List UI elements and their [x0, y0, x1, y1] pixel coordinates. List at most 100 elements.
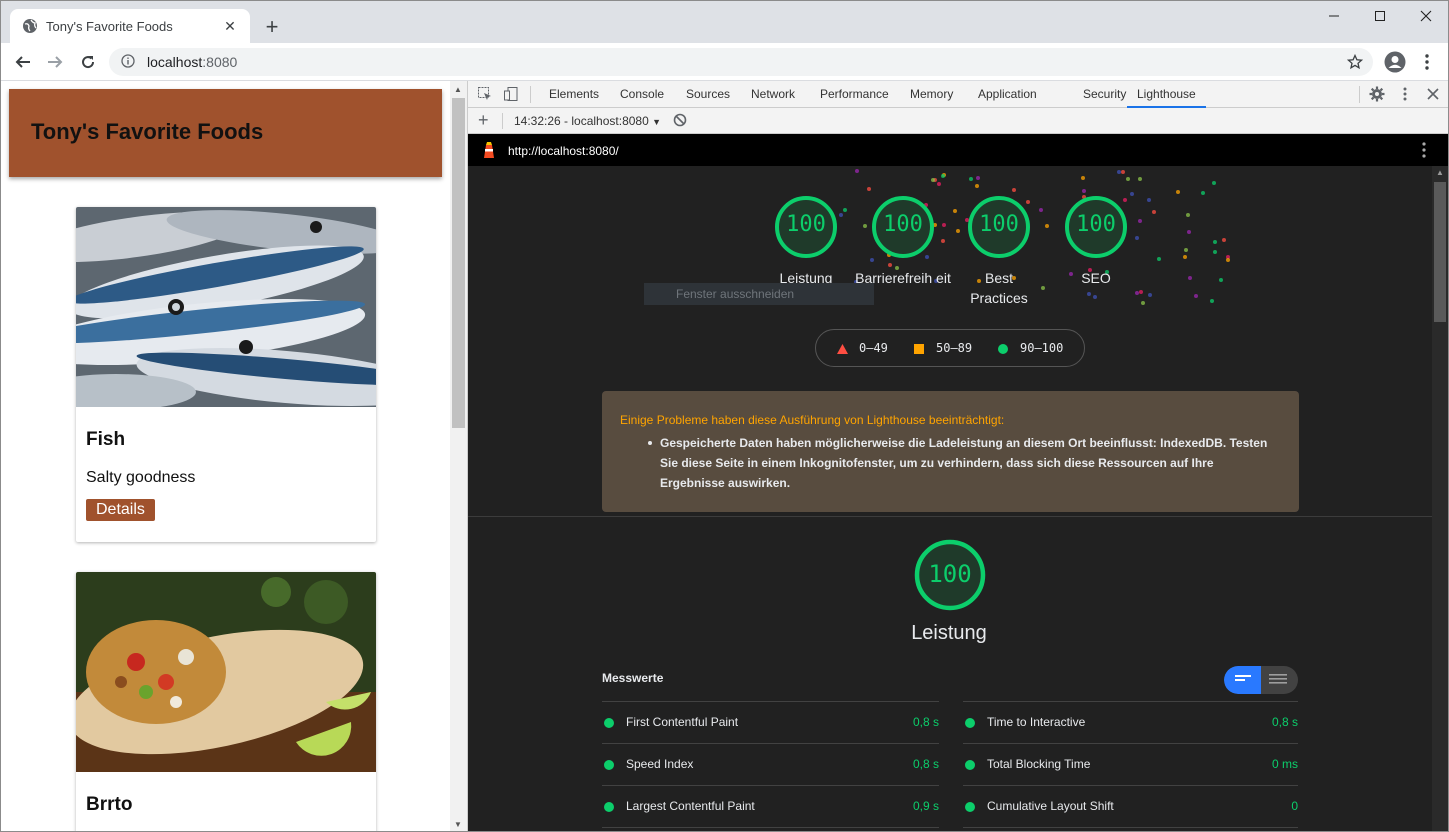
pass-circle-icon — [998, 344, 1008, 354]
profile-avatar-icon[interactable] — [1384, 51, 1406, 73]
tab-network[interactable]: Network — [741, 81, 805, 108]
score-gauge-performance[interactable]: 100 — [773, 194, 839, 260]
score-gauge-best-practices[interactable]: 100 — [966, 194, 1032, 260]
tab-title: Tony's Favorite Foods — [46, 18, 173, 34]
fish-image — [76, 207, 376, 407]
gauge-score: 100 — [1076, 212, 1116, 237]
reload-button[interactable] — [76, 50, 100, 74]
confetti-dot — [1038, 208, 1043, 213]
performance-gauge[interactable]: 100 — [913, 538, 987, 612]
legend-fail: 0–49 — [859, 341, 888, 355]
devtools-menu-icon[interactable] — [1396, 85, 1414, 103]
page-scrollbar[interactable]: ▲ ▼ — [450, 81, 467, 831]
score-legend: 0–49 50–89 90–100 — [815, 329, 1085, 367]
inspect-element-icon[interactable] — [476, 85, 494, 103]
score-gauge-accessibility[interactable]: 100 — [870, 194, 936, 260]
site-title: Tony's Favorite Foods — [31, 119, 264, 144]
metric-value: 0,8 s — [912, 715, 939, 729]
details-button[interactable]: Details — [86, 499, 155, 521]
close-window-button[interactable] — [1403, 1, 1448, 31]
row-separator — [602, 827, 939, 831]
back-button[interactable] — [11, 50, 35, 74]
metrics-view-toggle[interactable] — [1224, 666, 1298, 694]
metric-row: Total Blocking Time 0 ms — [963, 743, 1298, 785]
snip-tooltip: Fenster ausschneiden — [644, 283, 874, 305]
gauge-label: Best Practices — [970, 270, 1028, 306]
legend-average: 50–89 — [936, 341, 973, 355]
close-tab-icon[interactable]: ✕ — [222, 18, 238, 34]
address-bar[interactable]: localhost:8080 — [109, 48, 1373, 76]
warning-heading: Einige Probleme haben diese Ausführung v… — [620, 413, 1005, 427]
browser-menu-icon[interactable] — [1419, 51, 1435, 73]
tab-elements[interactable]: Elements — [539, 81, 609, 108]
confetti-dot — [855, 168, 860, 173]
confetti-dot — [1138, 218, 1143, 223]
url-text: localhost:8080 — [147, 54, 237, 70]
scroll-down-icon[interactable]: ▼ — [454, 820, 462, 829]
tab-sources[interactable]: Sources — [676, 81, 740, 108]
minimize-button[interactable] — [1311, 1, 1357, 31]
info-icon[interactable] — [121, 53, 135, 71]
score-gauge-seo[interactable]: 100 — [1063, 194, 1129, 260]
confetti-dot — [942, 223, 947, 228]
confetti-dot — [940, 238, 945, 243]
tab-strip: Tony's Favorite Foods ✕ + — [1, 1, 1448, 43]
confetti-dot — [1146, 198, 1151, 203]
devtools-tabbar: Elements Console Sources Network Perform… — [468, 81, 1448, 108]
bookmark-star-icon[interactable] — [1346, 53, 1364, 73]
toolbar-divider — [1359, 86, 1360, 103]
confetti-dot — [952, 208, 957, 213]
settings-gear-icon[interactable] — [1368, 85, 1386, 103]
pass-dot-icon — [965, 760, 975, 770]
new-tab-button[interactable]: + — [260, 14, 284, 39]
pass-dot-icon — [965, 718, 975, 728]
report-scrollbar[interactable]: ▲ — [1432, 166, 1448, 831]
report-menu-icon[interactable] — [1422, 142, 1426, 161]
card-title: Brrto — [86, 794, 133, 815]
gauge-score: 100 — [928, 560, 972, 588]
card-description: Salty goodness — [86, 469, 196, 486]
confetti-dot — [940, 174, 945, 179]
average-square-icon — [914, 344, 924, 354]
scroll-up-icon[interactable]: ▲ — [1436, 168, 1444, 177]
report-url[interactable]: http://localhost:8080/ — [508, 144, 619, 158]
tab-console[interactable]: Console — [610, 81, 674, 108]
tab-application[interactable]: Application — [968, 81, 1047, 108]
confetti-dot — [887, 262, 892, 267]
pass-dot-icon — [965, 802, 975, 812]
tab-memory[interactable]: Memory — [900, 81, 963, 108]
expanded-view-icon[interactable] — [1269, 674, 1287, 686]
confetti-dot — [1139, 289, 1144, 294]
confetti-dot — [1156, 257, 1161, 262]
metric-name: Total Blocking Time — [987, 757, 1091, 771]
forward-button[interactable] — [43, 50, 67, 74]
gauge-label: SEO — [1081, 270, 1111, 286]
confetti-dot — [843, 208, 848, 213]
card-title: Fish — [86, 429, 126, 450]
browser-tab[interactable]: Tony's Favorite Foods ✕ — [10, 9, 250, 43]
section-divider — [468, 516, 1448, 517]
clear-reports-icon[interactable] — [673, 113, 687, 130]
metric-name: First Contentful Paint — [626, 715, 739, 729]
toolbar-divider — [502, 113, 503, 129]
tab-lighthouse[interactable]: Lighthouse — [1127, 81, 1206, 108]
tab-performance[interactable]: Performance — [810, 81, 899, 108]
close-devtools-icon[interactable] — [1424, 85, 1442, 103]
scroll-up-icon[interactable]: ▲ — [454, 85, 462, 94]
food-card-fish: Fish Salty goodness Details — [76, 207, 376, 542]
new-report-icon[interactable]: + — [478, 111, 489, 129]
fail-triangle-icon — [837, 344, 848, 354]
confetti-dot — [1193, 294, 1198, 299]
device-toolbar-icon[interactable] — [502, 85, 520, 103]
report-selector-label: 14:32:26 - localhost:8080 — [514, 114, 649, 128]
page-scrollbar-thumb[interactable] — [452, 98, 465, 428]
confetti-dot — [839, 212, 844, 217]
toggle-compact-option[interactable] — [1224, 666, 1261, 694]
bullet — [648, 441, 652, 445]
report-scrollbar-thumb[interactable] — [1434, 182, 1446, 322]
metric-value: 0,8 s — [912, 757, 939, 771]
confetti-dot — [1044, 223, 1049, 228]
metric-row: First Contentful Paint 0,8 s — [602, 701, 939, 743]
maximize-button[interactable] — [1357, 1, 1403, 31]
report-selector[interactable]: 14:32:26 - localhost:8080 ▼ — [514, 114, 661, 128]
